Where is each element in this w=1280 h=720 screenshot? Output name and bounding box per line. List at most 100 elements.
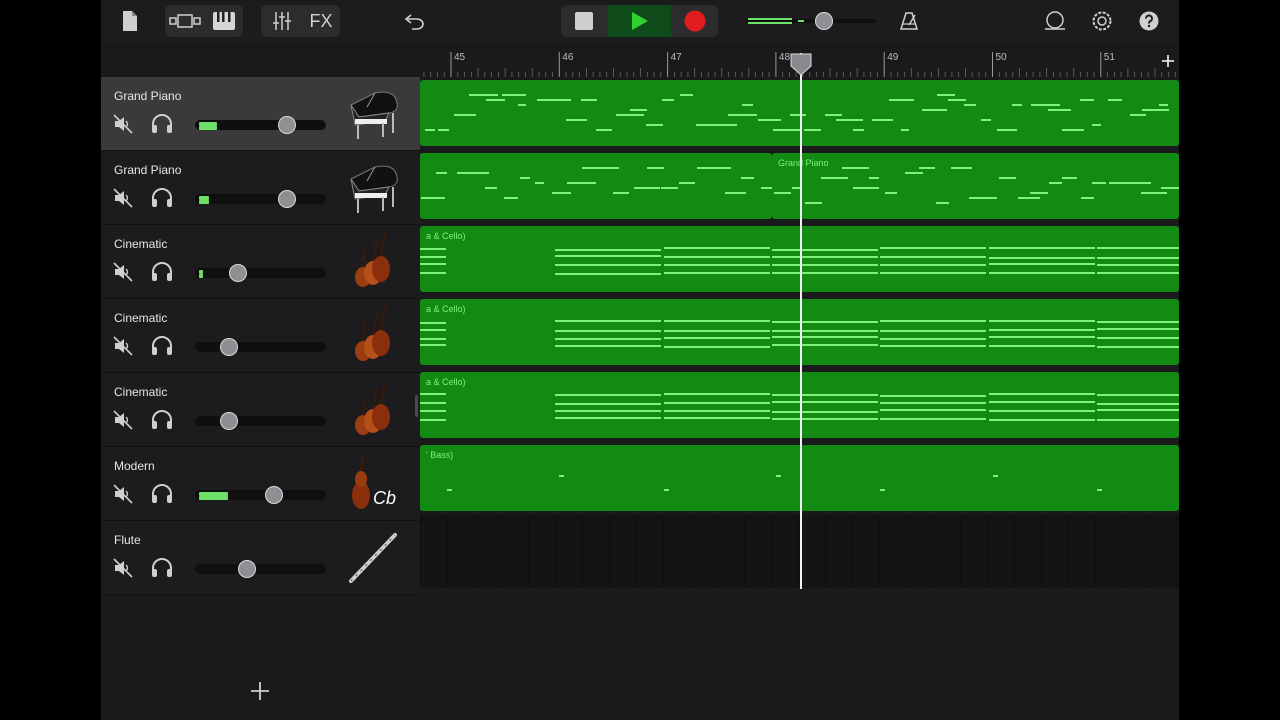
metronome-icon[interactable]	[897, 9, 921, 33]
track-header-6[interactable]: Modern Cb	[101, 447, 420, 521]
master-volume-thumb[interactable]	[815, 12, 833, 30]
grid-line	[798, 515, 799, 588]
mute-icon[interactable]	[112, 409, 134, 431]
mute-icon[interactable]	[112, 187, 134, 209]
play-button[interactable]	[608, 5, 671, 37]
strings-icon[interactable]	[345, 305, 405, 365]
keyboard-icon[interactable]	[209, 9, 239, 33]
track-header-5[interactable]: Cinematic	[101, 373, 420, 447]
help-icon[interactable]	[1138, 10, 1160, 32]
midi-note	[935, 202, 949, 204]
grid-line	[825, 515, 826, 588]
grand-piano-icon[interactable]	[345, 157, 405, 217]
record-button[interactable]	[672, 5, 718, 37]
midi-note	[1158, 104, 1169, 106]
track-header-4[interactable]: Cinematic	[101, 299, 420, 373]
midi-note	[988, 272, 1095, 274]
track-header-2[interactable]: Grand Piano	[101, 151, 420, 225]
header-resize-handle[interactable]	[415, 395, 418, 417]
track-volume-slider[interactable]	[195, 412, 326, 430]
track-volume-thumb[interactable]	[264, 486, 283, 504]
track-volume-thumb[interactable]	[238, 560, 257, 578]
mute-icon[interactable]	[112, 557, 134, 579]
mute-icon[interactable]	[112, 113, 134, 135]
track-volume-thumb[interactable]	[220, 412, 239, 430]
midi-region[interactable]: Grand Piano	[772, 153, 1179, 219]
track-volume-thumb[interactable]	[277, 116, 296, 134]
mute-icon[interactable]	[112, 261, 134, 283]
bar-number: 45	[454, 52, 466, 63]
midi-note	[885, 192, 898, 194]
tracks-view-icon[interactable]	[167, 9, 203, 33]
midi-note	[804, 129, 822, 131]
midi-note	[663, 489, 669, 491]
midi-note	[438, 129, 450, 131]
headphones-icon[interactable]	[150, 335, 174, 357]
track-volume-slider[interactable]	[195, 338, 326, 356]
grid-line	[501, 515, 502, 588]
mute-icon[interactable]	[112, 335, 134, 357]
strings-icon[interactable]	[345, 379, 405, 439]
midi-note	[1096, 257, 1179, 259]
grid-line	[1176, 515, 1177, 588]
track-header-3[interactable]: Cinematic	[101, 225, 420, 299]
midi-note	[1160, 187, 1179, 189]
stop-button[interactable]	[561, 5, 607, 37]
track-volume-slider[interactable]	[195, 264, 326, 282]
strings-icon[interactable]	[345, 231, 405, 291]
contrabass-icon[interactable]: Cb	[345, 453, 405, 513]
headphones-icon[interactable]	[150, 113, 174, 135]
midi-note	[871, 119, 894, 121]
track-level-meter-right	[199, 496, 228, 500]
track-volume-slider[interactable]	[195, 116, 326, 134]
add-track-icon[interactable]	[249, 680, 271, 702]
midi-note	[550, 99, 571, 101]
track-name: Grand Piano	[114, 163, 182, 177]
midi-note	[1096, 247, 1179, 249]
midi-note	[555, 330, 662, 332]
midi-note	[1096, 346, 1179, 348]
grand-piano-icon[interactable]	[345, 83, 405, 143]
headphones-icon[interactable]	[150, 483, 174, 505]
track-header-1[interactable]: Grand Piano	[101, 77, 420, 151]
track-volume-slider[interactable]	[195, 190, 326, 208]
mute-icon[interactable]	[112, 483, 134, 505]
add-section-icon[interactable]	[1161, 54, 1175, 68]
track-headers: Grand Piano Grand Piano Cinematic Cinema…	[101, 77, 420, 595]
document-icon[interactable]	[119, 9, 141, 33]
fx-button[interactable]: FX	[305, 9, 337, 33]
flute-icon[interactable]	[345, 527, 405, 587]
headphones-icon[interactable]	[150, 409, 174, 431]
track-level-meter-right	[199, 200, 210, 204]
midi-note	[1079, 99, 1095, 101]
settings-icon[interactable]	[1090, 9, 1114, 33]
track-volume-thumb[interactable]	[220, 338, 239, 356]
headphones-icon[interactable]	[150, 557, 174, 579]
loop-icon[interactable]	[1043, 9, 1067, 33]
track-name: Cinematic	[114, 311, 168, 325]
undo-icon[interactable]	[401, 9, 429, 33]
midi-note	[880, 264, 987, 266]
track-volume-thumb[interactable]	[277, 190, 296, 208]
track-volume-slider[interactable]	[195, 560, 326, 578]
headphones-icon[interactable]	[150, 261, 174, 283]
midi-note	[555, 249, 662, 251]
midi-note	[880, 247, 987, 249]
midi-note	[1081, 197, 1094, 199]
midi-note	[555, 255, 662, 257]
mixer-icon[interactable]	[269, 9, 295, 33]
midi-note	[741, 104, 754, 106]
midi-note	[996, 129, 1018, 131]
headphones-icon[interactable]	[150, 187, 174, 209]
midi-note	[951, 167, 972, 169]
midi-note	[900, 129, 910, 131]
region-name: Grand Piano	[778, 158, 829, 168]
region-name: ' Bass)	[426, 450, 454, 460]
playhead-handle[interactable]	[789, 52, 813, 76]
midi-note	[868, 177, 880, 179]
master-volume-slider[interactable]	[746, 12, 876, 30]
track-volume-slider[interactable]	[195, 486, 326, 504]
track-header-7[interactable]: Flute	[101, 521, 420, 595]
track-volume-thumb[interactable]	[229, 264, 248, 282]
midi-note	[663, 346, 770, 348]
